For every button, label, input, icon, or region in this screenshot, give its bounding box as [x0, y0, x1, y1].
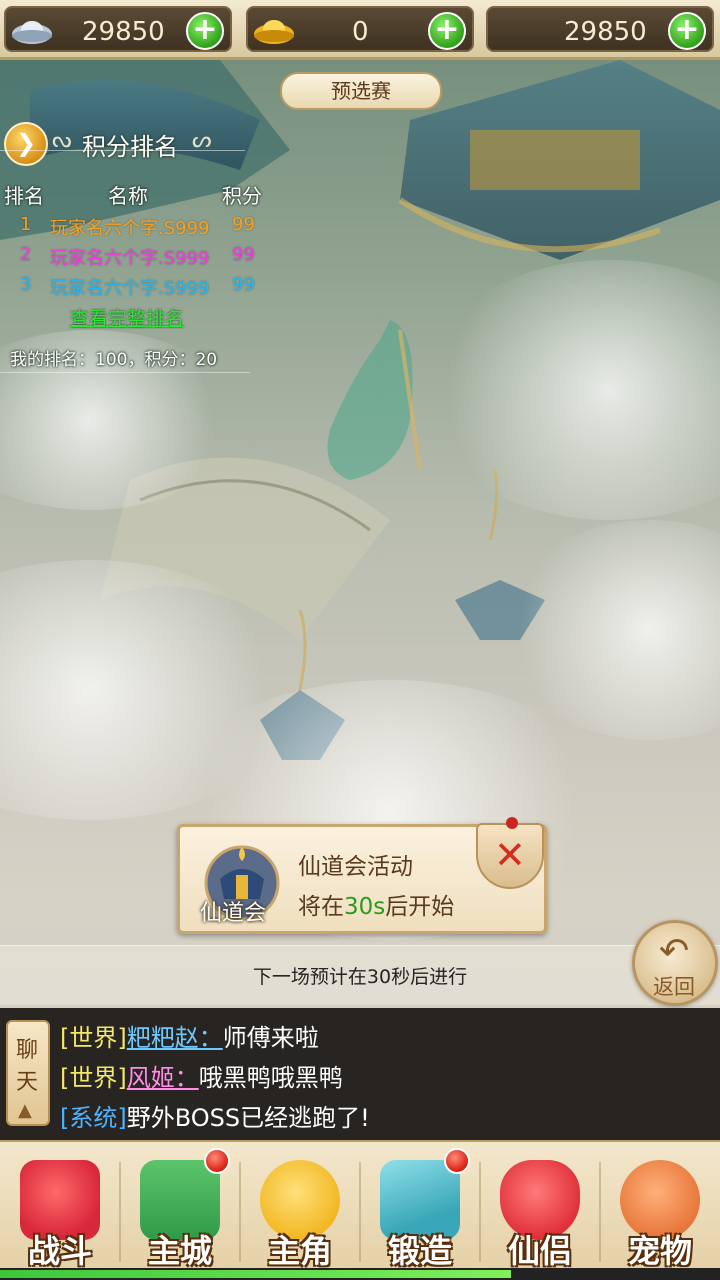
nav-hero[interactable]: 主角 [244, 1148, 356, 1272]
divider [0, 150, 245, 151]
divider [479, 1162, 481, 1262]
add-silver-button[interactable]: + [186, 12, 224, 50]
ranking-header: ❯ ᔓ 积分排名 ᔕ [4, 122, 244, 166]
back-arrow-icon: ↶ [659, 931, 690, 972]
ranking-title: 积分排名 [82, 133, 178, 161]
nav-forge[interactable]: 锻造 [364, 1148, 476, 1272]
countdown-value: 30s [344, 894, 386, 920]
bottom-nav: 战斗 主城 主角 锻造 仙侣 宠物 [0, 1140, 720, 1280]
chat-tab-button[interactable]: 聊 天 ▲ [6, 1020, 50, 1126]
nav-label: 主城 [147, 1232, 212, 1270]
message-suffix: 后开始 [385, 894, 455, 920]
stage-tag: 预选赛 [280, 72, 442, 110]
ranking-table: 排名 名称 积分 1 玩家名六个字.S999 99 2 玩家名六个字.S999 … [0, 170, 265, 370]
coin-currency: 29850 + [486, 6, 714, 52]
chat-message: [世界]风姬：哦黑鸭哦黑鸭 [60, 1058, 343, 1093]
message-text: 哦黑鸭哦黑鸭 [198, 1064, 343, 1092]
player-name-cell[interactable]: 玩家名六个字.S999 [50, 214, 210, 240]
table-row: 3 玩家名六个字.S999 99 [0, 274, 265, 304]
back-label: 返回 [653, 975, 695, 999]
chat-message: [世界]粑粑赵：师傅来啦 [60, 1018, 319, 1053]
channel-tag: [世界] [60, 1024, 127, 1052]
nav-label: 仙侣 [507, 1232, 572, 1270]
nav-main-city[interactable]: 主城 [124, 1148, 236, 1272]
popup-title: 仙道会活动 [298, 854, 413, 880]
back-button[interactable]: ↶ 返回 [632, 920, 718, 1006]
notification-dot [444, 1148, 470, 1174]
message-prefix: 将在 [298, 894, 344, 920]
name-column-header: 名称 [108, 184, 148, 208]
nav-label: 战斗 [27, 1232, 92, 1270]
silver-currency: 29850 + [4, 6, 232, 52]
chat-tab-char: 天 [16, 1070, 39, 1095]
add-coin-button[interactable]: + [668, 12, 706, 50]
sender-name[interactable]: 粑粑赵： [127, 1024, 223, 1052]
silver-ingot-icon [12, 21, 52, 44]
currency-bar: 29850 + 0 + 29850 + [0, 0, 720, 60]
activity-notice-popup: 仙道会 仙道会活动 将在30s后开始 ✕ [177, 817, 547, 934]
channel-tag: [世界] [60, 1064, 127, 1092]
chat-tab-char: 聊 [16, 1038, 39, 1063]
add-gold-button[interactable]: + [428, 12, 466, 50]
nav-label: 主角 [267, 1232, 332, 1270]
emblem-label: 仙道会 [200, 901, 267, 926]
divider [599, 1162, 601, 1262]
notification-dot [204, 1148, 230, 1174]
nav-label: 锻造 [387, 1232, 452, 1270]
score-cell: 99 [232, 214, 255, 235]
rank-cell: 1 [20, 214, 32, 235]
gold-amount: 0 [352, 17, 369, 47]
next-match-text: 下一场预计在30秒后进行 [252, 966, 468, 988]
next-match-banner: 下一场预计在30秒后进行 [0, 945, 720, 1005]
gold-ingot-icon [254, 20, 294, 44]
chat-panel: 聊 天 ▲ [世界]粑粑赵：师傅来啦 [世界]风姬：哦黑鸭哦黑鸭 [系统]野外B… [0, 1008, 720, 1140]
chevron-up-icon: ▲ [18, 1100, 32, 1121]
view-full-ranking-link[interactable]: 查看完整排名 [70, 304, 184, 331]
channel-tag: [系统] [60, 1104, 127, 1132]
gold-currency: 0 + [246, 6, 474, 52]
coin-amount: 29850 [564, 17, 647, 47]
score-cell: 99 [232, 274, 255, 295]
divider [119, 1162, 121, 1262]
experience-bar [0, 1268, 720, 1280]
nav-partner[interactable]: 仙侣 [484, 1148, 596, 1272]
divider [239, 1162, 241, 1262]
sender-name[interactable]: 风姬： [127, 1064, 199, 1092]
player-name-cell[interactable]: 玩家名六个字.S999 [50, 274, 210, 300]
table-row: 1 玩家名六个字.S999 99 [0, 214, 265, 244]
nav-battle[interactable]: 战斗 [4, 1148, 116, 1272]
nav-pet[interactable]: 宠物 [604, 1148, 716, 1272]
experience-fill [0, 1270, 512, 1278]
table-row: 2 玩家名六个字.S999 99 [0, 244, 265, 274]
score-cell: 99 [232, 244, 255, 265]
rank-column-header: 排名 [4, 184, 44, 208]
rank-cell: 3 [20, 274, 32, 295]
rank-cell: 2 [20, 244, 32, 265]
collapse-ranking-button[interactable]: ❯ [4, 122, 48, 166]
nav-label: 宠物 [627, 1232, 692, 1270]
silver-amount: 29850 [82, 17, 165, 47]
my-rank-text: 我的排名：100，积分：20 [10, 350, 218, 370]
divider [0, 372, 250, 373]
chat-message: [系统]野外BOSS已经逃跑了! [60, 1098, 370, 1133]
player-name-cell[interactable]: 玩家名六个字.S999 [50, 244, 210, 270]
message-text: 野外BOSS已经逃跑了! [126, 1104, 370, 1132]
message-text: 师傅来啦 [222, 1024, 319, 1052]
close-popup-button[interactable]: ✕ [476, 817, 544, 889]
popup-message: 将在30s后开始 [298, 887, 454, 921]
score-column-header: 积分 [222, 184, 262, 208]
divider [359, 1162, 361, 1262]
close-icon: ✕ [494, 833, 526, 877]
pin-icon [506, 817, 518, 829]
